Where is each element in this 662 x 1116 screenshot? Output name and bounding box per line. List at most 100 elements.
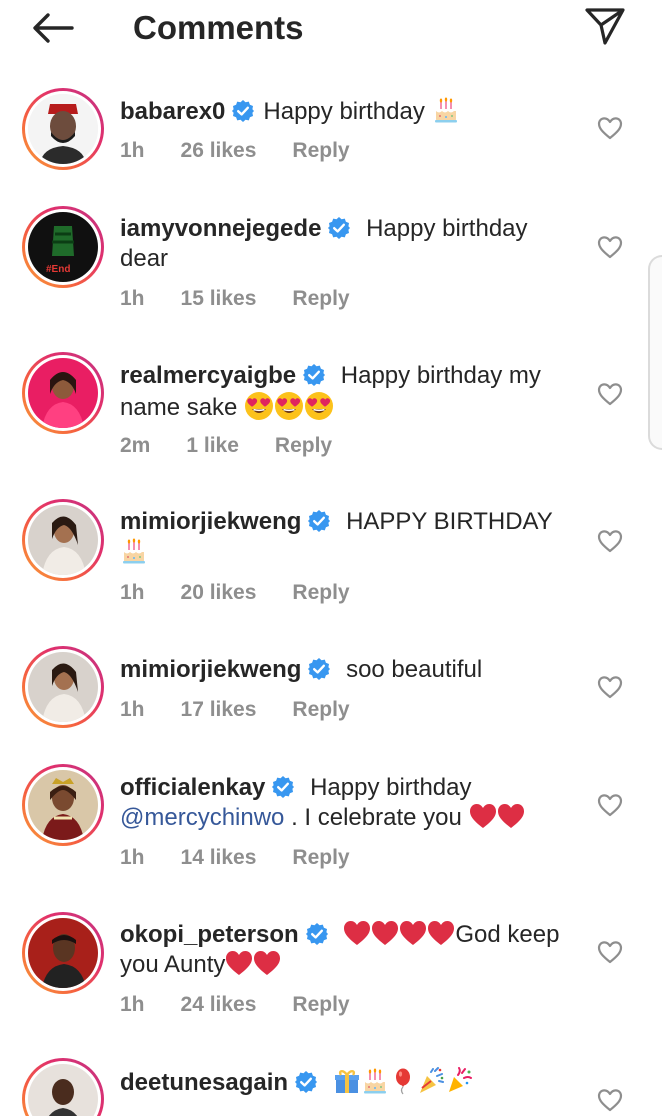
heart-outline-icon[interactable]: [596, 233, 624, 261]
reply-button[interactable]: Reply: [292, 285, 349, 313]
comment-meta: 1h 20 likes Reply: [120, 579, 350, 607]
send-button[interactable]: [580, 4, 630, 48]
red-heart-emoji: [469, 803, 497, 829]
heart-outline-icon[interactable]: [596, 1086, 624, 1114]
side-panel-handle[interactable]: [648, 255, 662, 450]
heart-eyes-emoji: [244, 391, 274, 421]
birthday-cake-emoji: [361, 1067, 389, 1095]
header-bar: Comments: [0, 0, 662, 60]
reply-button[interactable]: Reply: [292, 137, 349, 165]
reply-button[interactable]: Reply: [292, 844, 349, 872]
comment-meta: 1h 24 likes Reply: [120, 991, 350, 1019]
avatar-photo: [28, 505, 98, 575]
verified-badge-icon: [271, 775, 295, 799]
comment-body: HAPPY BIRTHDAY: [346, 508, 553, 535]
comment-text: officialenkay Happy birthday @mercychinw…: [120, 773, 575, 833]
avatar[interactable]: [22, 88, 104, 170]
comment-likes[interactable]: 14 likes: [181, 844, 257, 872]
comment-body: Happy birthday: [263, 98, 425, 125]
verified-badge-icon: [231, 99, 255, 123]
mention-link[interactable]: @mercychinwo: [120, 804, 284, 831]
red-heart-emoji: [399, 920, 427, 946]
red-heart-emoji: [371, 920, 399, 946]
comment-time: 2m: [120, 434, 151, 457]
back-button[interactable]: [26, 8, 78, 48]
gift-emoji: [333, 1067, 361, 1095]
comment-text: deetunesagain: [120, 1067, 575, 1098]
reply-button[interactable]: Reply: [292, 579, 349, 607]
comment-time: 1h: [120, 581, 145, 604]
comment-likes[interactable]: 20 likes: [181, 579, 257, 607]
comment-text: okopi_peterson God keep you Aunty: [120, 920, 575, 980]
avatar-photo: [28, 358, 98, 428]
red-heart-emoji: [343, 920, 371, 946]
comment-body: soo beautiful: [346, 656, 483, 683]
avatar-photo: #End: [28, 212, 98, 282]
reply-button[interactable]: Reply: [292, 991, 349, 1019]
red-heart-emoji: [253, 950, 281, 976]
verified-badge-icon: [307, 657, 331, 681]
birthday-cake-emoji: [120, 537, 148, 565]
avatar-photo: [28, 770, 98, 840]
comment-text: iamyvonnejegede Happy birthday dear: [120, 214, 575, 274]
comment-username[interactable]: okopi_peterson: [120, 921, 299, 948]
avatar[interactable]: [22, 764, 104, 846]
page-title: Comments: [133, 9, 304, 46]
heart-outline-icon[interactable]: [596, 673, 624, 701]
verified-badge-icon: [302, 363, 326, 387]
comment-likes[interactable]: 24 likes: [181, 991, 257, 1019]
comment-body: Happy birthday: [310, 774, 472, 801]
comment-time: 1h: [120, 698, 145, 721]
avatar-photo: [28, 94, 98, 164]
heart-outline-icon[interactable]: [596, 114, 624, 142]
comment-username[interactable]: mimiorjiekweng: [120, 656, 301, 683]
verified-badge-icon: [294, 1070, 318, 1094]
comment-username[interactable]: babarex0: [120, 98, 225, 125]
red-heart-emoji: [497, 803, 525, 829]
avatar[interactable]: [22, 352, 104, 434]
comment-username[interactable]: deetunesagain: [120, 1069, 288, 1096]
comment-username[interactable]: mimiorjiekweng: [120, 508, 301, 535]
red-heart-emoji: [427, 920, 455, 946]
avatar[interactable]: [22, 499, 104, 581]
comment-likes[interactable]: 1 like: [186, 432, 239, 460]
svg-text:#End: #End: [46, 264, 70, 275]
avatar[interactable]: [22, 912, 104, 994]
birthday-cake-emoji: [432, 96, 460, 124]
balloon-emoji: [389, 1067, 417, 1095]
comment-username[interactable]: iamyvonnejegede: [120, 215, 321, 242]
avatar[interactable]: [22, 646, 104, 728]
verified-badge-icon: [305, 922, 329, 946]
heart-outline-icon[interactable]: [596, 527, 624, 555]
verified-badge-icon: [327, 216, 351, 240]
comment-meta: 1h 26 likes Reply: [120, 137, 350, 165]
comment-likes[interactable]: 26 likes: [181, 137, 257, 165]
comment-likes[interactable]: 15 likes: [181, 285, 257, 313]
verified-badge-icon: [307, 509, 331, 533]
comment-time: 1h: [120, 287, 145, 310]
avatar-photo: [28, 1064, 98, 1116]
comment-text: mimiorjiekweng soo beautiful: [120, 655, 575, 685]
comment-text: mimiorjiekweng HAPPY BIRTHDAY: [120, 507, 575, 568]
comment-username[interactable]: officialenkay: [120, 774, 265, 801]
avatar[interactable]: [22, 1058, 104, 1116]
reply-button[interactable]: Reply: [292, 696, 349, 724]
heart-outline-icon[interactable]: [596, 938, 624, 966]
avatar-photo: [28, 652, 98, 722]
avatar-photo: [28, 918, 98, 988]
heart-outline-icon[interactable]: [596, 380, 624, 408]
party-popper-emoji: [445, 1067, 473, 1095]
heart-outline-icon[interactable]: [596, 791, 624, 819]
avatar[interactable]: #End: [22, 206, 104, 288]
heart-eyes-emoji: [274, 391, 304, 421]
comment-username[interactable]: realmercyaigbe: [120, 362, 296, 389]
send-icon: [585, 8, 625, 45]
comment-meta: 2m 1 like Reply: [120, 432, 332, 460]
reply-button[interactable]: Reply: [275, 432, 332, 460]
comment-meta: 1h 15 likes Reply: [120, 285, 350, 313]
comment-time: 1h: [120, 139, 145, 162]
comment-likes[interactable]: 17 likes: [181, 696, 257, 724]
comment-text: babarex0 Happy birthday: [120, 96, 575, 127]
heart-eyes-emoji: [304, 391, 334, 421]
party-popper-emoji: [417, 1067, 445, 1095]
